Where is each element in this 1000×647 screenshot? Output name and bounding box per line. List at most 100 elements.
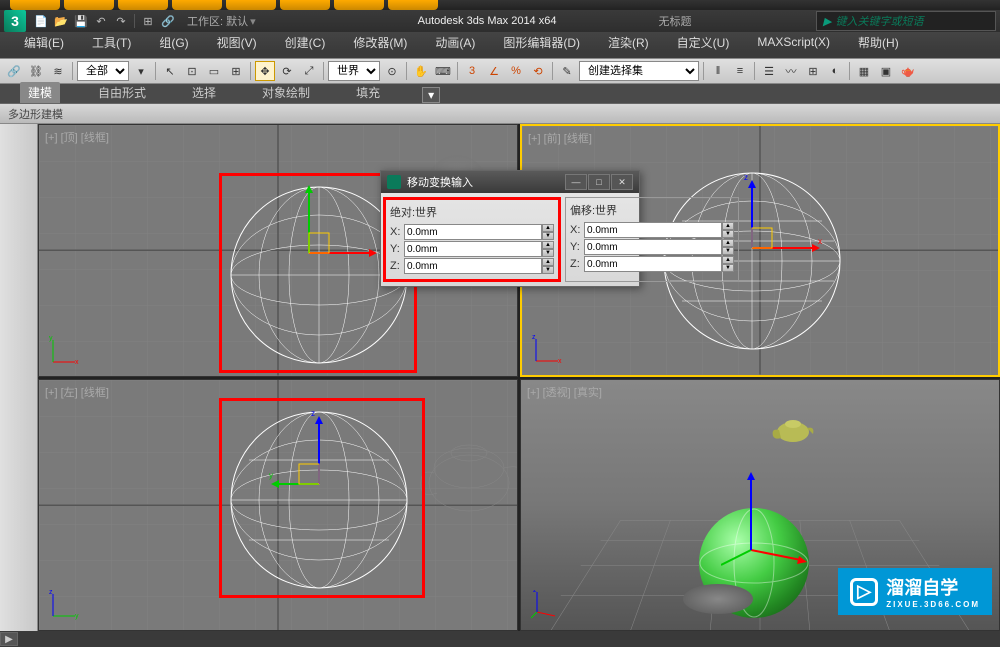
select-icon[interactable]: ↖ xyxy=(160,61,180,81)
coord-system-dropdown[interactable]: 世界 xyxy=(328,61,380,81)
ribbon-tab-selection[interactable]: 选择 xyxy=(184,82,224,103)
select-region-icon[interactable]: ▭ xyxy=(204,61,224,81)
save-icon[interactable]: 💾 xyxy=(72,12,90,30)
align-icon[interactable]: ≡ xyxy=(730,61,750,81)
material-editor-icon[interactable]: ◐ xyxy=(825,61,845,81)
move-gizmo[interactable] xyxy=(721,450,821,570)
minimize-button[interactable]: — xyxy=(565,174,587,190)
maximize-button[interactable]: □ xyxy=(588,174,610,190)
app-menu-button[interactable]: 3 xyxy=(4,10,26,32)
bind-icon[interactable]: ≋ xyxy=(48,61,68,81)
menu-group[interactable]: 组(G) xyxy=(155,32,192,53)
menu-tools[interactable]: 工具(T) xyxy=(88,32,135,53)
off-z-input[interactable] xyxy=(584,256,722,272)
project-icon[interactable]: ⊞ xyxy=(139,12,157,30)
tab-stub xyxy=(64,0,114,10)
render-icon[interactable]: 🫖 xyxy=(898,61,918,81)
menu-animation[interactable]: 动画(A) xyxy=(431,32,479,53)
teapot-object[interactable] xyxy=(771,412,815,444)
menu-modifiers[interactable]: 修改器(M) xyxy=(349,32,411,53)
abs-y-input[interactable] xyxy=(404,241,542,257)
viewport-label[interactable]: [+] [顶] [线框] xyxy=(45,129,109,145)
curve-editor-icon[interactable]: 〰 xyxy=(781,61,801,81)
ribbon-tabs: 建模 自由形式 选择 对象绘制 填充 ▾ xyxy=(0,84,1000,104)
selection-filter-icon[interactable]: ▾ xyxy=(131,61,151,81)
spinner-up[interactable]: ▲ xyxy=(542,258,554,266)
new-icon[interactable]: 📄 xyxy=(32,12,50,30)
spinner-down[interactable]: ▼ xyxy=(542,232,554,240)
maxscript-listener-button[interactable]: ▶ xyxy=(0,632,18,646)
spinner-up[interactable]: ▲ xyxy=(542,241,554,249)
scale-icon[interactable]: ⤢ xyxy=(299,61,319,81)
separator xyxy=(250,62,251,80)
move-icon[interactable]: ✥ xyxy=(255,61,275,81)
spinner-down[interactable]: ▼ xyxy=(542,249,554,257)
undo-icon[interactable]: ↶ xyxy=(92,12,110,30)
move-transform-dialog[interactable]: 移动变换输入 — □ ✕ 绝对:世界 X:▲▼ Y:▲▼ Z:▲▼ 偏移:世界 … xyxy=(380,170,640,287)
ribbon-expand-button[interactable]: ▾ xyxy=(422,87,440,103)
spinner-up[interactable]: ▲ xyxy=(542,224,554,232)
menu-create[interactable]: 创建(C) xyxy=(281,32,330,53)
select-name-icon[interactable]: ⊡ xyxy=(182,61,202,81)
teapot-wireframe[interactable] xyxy=(409,418,518,518)
menu-rendering[interactable]: 渲染(R) xyxy=(604,32,653,53)
viewport-label[interactable]: [+] [前] [线框] xyxy=(528,130,592,146)
menu-maxscript[interactable]: MAXScript(X) xyxy=(753,33,834,51)
abs-x-input[interactable] xyxy=(404,224,542,240)
separator xyxy=(72,62,73,80)
named-set-icon[interactable]: ✎ xyxy=(557,61,577,81)
rotate-icon[interactable]: ⟳ xyxy=(277,61,297,81)
layers-icon[interactable]: ☰ xyxy=(759,61,779,81)
close-button[interactable]: ✕ xyxy=(611,174,633,190)
statusbar: ▶ xyxy=(0,631,1000,647)
spinner-up[interactable]: ▲ xyxy=(722,222,734,230)
spinner-snap-icon[interactable]: ⟲ xyxy=(528,61,548,81)
abs-z-input[interactable] xyxy=(404,258,542,274)
move-gizmo[interactable]: y z xyxy=(269,404,369,504)
mirror-icon[interactable]: ‖ xyxy=(708,61,728,81)
schematic-icon[interactable]: ⊞ xyxy=(803,61,823,81)
snap-toggle-icon[interactable]: 3 xyxy=(462,61,482,81)
workspace-label[interactable]: 工作区: 默认 xyxy=(187,13,248,29)
spinner-down[interactable]: ▼ xyxy=(722,264,734,272)
spinner-down[interactable]: ▼ xyxy=(542,266,554,274)
menu-views[interactable]: 视图(V) xyxy=(213,32,261,53)
window-crossing-icon[interactable]: ⊞ xyxy=(226,61,246,81)
render-setup-icon[interactable]: ▦ xyxy=(854,61,874,81)
spinner-down[interactable]: ▼ xyxy=(722,230,734,238)
spinner-up[interactable]: ▲ xyxy=(722,256,734,264)
ribbon-tab-object-paint[interactable]: 对象绘制 xyxy=(254,82,318,103)
off-y-input[interactable] xyxy=(584,239,722,255)
open-icon[interactable]: 📂 xyxy=(52,12,70,30)
viewport-label[interactable]: [+] [透视] [真实] xyxy=(527,384,602,400)
keyboard-icon[interactable]: ⌨ xyxy=(433,61,453,81)
link-icon[interactable]: 🔗 xyxy=(4,61,24,81)
menu-customize[interactable]: 自定义(U) xyxy=(673,32,734,53)
selection-filter-dropdown[interactable]: 全部 xyxy=(77,61,129,81)
render-frame-icon[interactable]: ▣ xyxy=(876,61,896,81)
spinner-down[interactable]: ▼ xyxy=(722,247,734,255)
menu-edit[interactable]: 编辑(E) xyxy=(20,32,68,53)
dialog-titlebar[interactable]: 移动变换输入 — □ ✕ xyxy=(381,171,639,193)
manipulate-icon[interactable]: ✋ xyxy=(411,61,431,81)
viewport-left[interactable]: [+] [左] [线框] y z yz xyxy=(38,379,518,632)
angle-snap-icon[interactable]: ∠ xyxy=(484,61,504,81)
unlink-icon[interactable]: ⛓ xyxy=(26,61,46,81)
redo-icon[interactable]: ↷ xyxy=(112,12,130,30)
ribbon-tab-populate[interactable]: 填充 xyxy=(348,82,388,103)
help-search-input[interactable]: ▶键入关键字或短语 xyxy=(816,11,996,31)
selection-set-dropdown[interactable]: 创建选择集 xyxy=(579,61,699,81)
ribbon-tab-modeling[interactable]: 建模 xyxy=(20,82,60,103)
percent-snap-icon[interactable]: % xyxy=(506,61,526,81)
ribbon-tab-freeform[interactable]: 自由形式 xyxy=(90,82,154,103)
off-x-input[interactable] xyxy=(584,222,722,238)
spinner-up[interactable]: ▲ xyxy=(722,239,734,247)
pivot-icon[interactable]: ⊙ xyxy=(382,61,402,81)
viewport-label[interactable]: [+] [左] [线框] xyxy=(45,384,109,400)
absolute-label: 绝对:世界 xyxy=(390,204,554,220)
link-icon[interactable]: 🔗 xyxy=(159,12,177,30)
menu-help[interactable]: 帮助(H) xyxy=(854,32,903,53)
menu-graph-editors[interactable]: 图形编辑器(D) xyxy=(499,32,584,53)
move-gizmo[interactable] xyxy=(279,173,379,273)
ribbon-panel-label[interactable]: 多边形建模 xyxy=(0,104,1000,124)
